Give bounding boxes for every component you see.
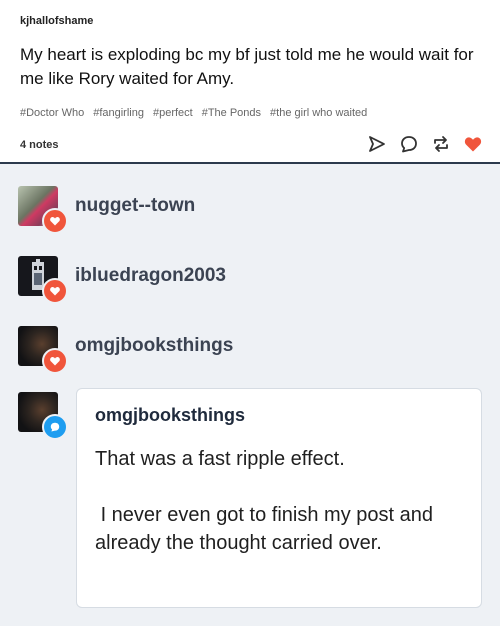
notes-feed: nugget--town ibluedragon2003 omgjbooksth… [0,164,500,626]
send-icon[interactable] [367,134,387,154]
avatar[interactable] [18,256,68,304]
heart-icon[interactable] [463,134,483,154]
like-badge-icon [42,208,68,234]
like-badge-icon [42,278,68,304]
reply-username[interactable]: omgjbooksthings [95,405,245,426]
post-actions [367,134,483,154]
like-badge-icon [42,348,68,374]
tag[interactable]: #perfect [153,107,193,119]
note-like-row[interactable]: ibluedragon2003 [18,256,226,304]
reply-icon[interactable] [399,134,419,154]
avatar[interactable] [18,186,68,234]
post-body: My heart is exploding bc my bf just told… [20,45,474,88]
note-like-row[interactable]: omgjbooksthings [18,326,233,374]
notes-count[interactable]: 4 notes [20,139,59,151]
reblog-icon[interactable] [431,134,451,154]
tag[interactable]: #Doctor Who [20,107,84,119]
avatar[interactable] [18,326,68,374]
post-username[interactable]: kjhallofshame [20,15,93,27]
tag[interactable]: #fangirling [93,107,144,119]
reply-badge-icon [42,414,68,440]
note-username[interactable]: nugget--town [75,195,195,217]
note-username[interactable]: omgjbooksthings [75,335,233,357]
tag[interactable]: #The Ponds [202,107,261,119]
reply-bubble: omgjbooksthings That was a fast ripple e… [76,388,482,608]
post-card: kjhallofshame My heart is exploding bc m… [0,0,500,164]
tag-list: #Doctor Who #fangirling #perfect #The Po… [20,107,367,119]
note-like-row[interactable]: nugget--town [18,186,195,234]
note-reply-row [18,392,68,440]
note-username[interactable]: ibluedragon2003 [75,265,226,287]
reply-text: That was a fast ripple effect. I never e… [95,448,433,554]
tag[interactable]: #the girl who waited [270,107,367,119]
avatar[interactable] [18,392,68,440]
